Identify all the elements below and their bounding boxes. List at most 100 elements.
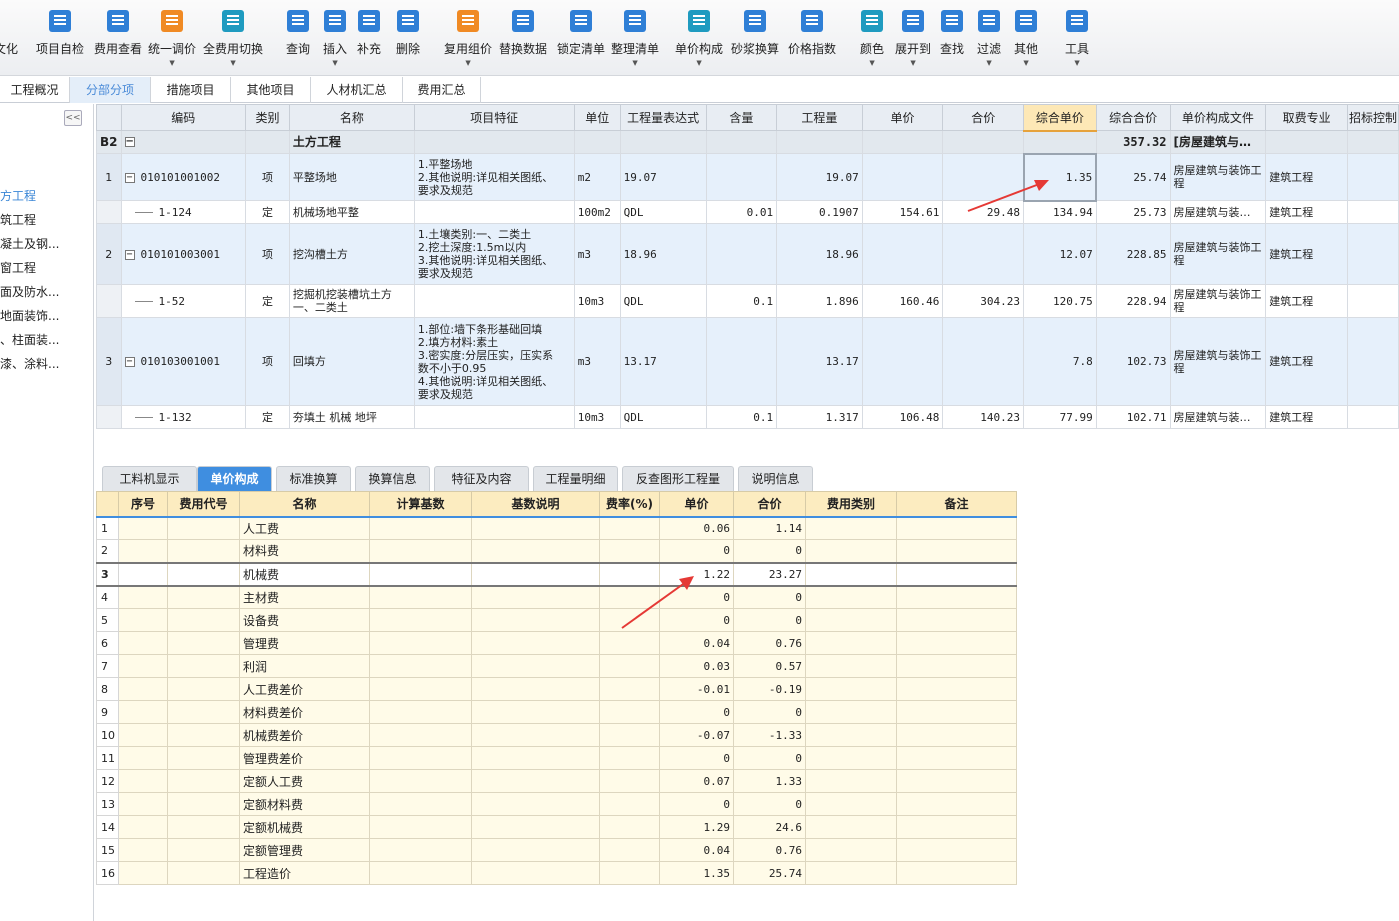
detail-row[interactable]: 4 主材费 0 0 <box>96 585 1017 609</box>
seq-cell[interactable] <box>118 585 168 609</box>
seq-cell[interactable] <box>118 838 168 862</box>
toolbar-button-6[interactable]: 插入 ▼ <box>323 8 347 70</box>
base-desc-cell[interactable] <box>471 561 600 587</box>
detail-column-header[interactable]: 费用类别 <box>805 491 897 518</box>
tab-1[interactable]: 分部分项 <box>70 77 151 103</box>
column-header[interactable]: 工程量 <box>776 104 863 131</box>
code-cell[interactable] <box>167 561 240 587</box>
code-cell[interactable] <box>167 700 240 724</box>
seq-cell[interactable] <box>118 769 168 793</box>
base-desc-cell[interactable] <box>471 631 600 655</box>
fee-type-cell[interactable] <box>805 608 897 632</box>
fee-type-cell[interactable] <box>805 585 897 609</box>
toolbar-button-9[interactable]: 复用组价 ▼ <box>444 8 492 70</box>
composite-unit-price[interactable]: 1.35 <box>1022 152 1098 202</box>
rate-cell[interactable] <box>599 700 660 724</box>
rate-cell[interactable] <box>599 539 660 563</box>
base-cell[interactable] <box>369 677 472 701</box>
detail-column-header[interactable]: 备注 <box>896 491 1017 518</box>
base-cell[interactable] <box>369 723 472 747</box>
code-cell[interactable] <box>167 677 240 701</box>
detail-row[interactable]: 15 定额管理费 0.04 0.76 <box>96 838 1017 862</box>
toolbar-button-15[interactable]: 价格指数 <box>788 8 836 70</box>
base-desc-cell[interactable] <box>471 792 600 816</box>
table-row[interactable]: 1-52 定挖掘机挖装槽坑土方一、二类土 10m3 QDL 0.1 1.896 160.46… <box>96 284 1399 318</box>
seq-cell[interactable] <box>118 815 168 839</box>
base-desc-cell[interactable] <box>471 677 600 701</box>
seq-cell[interactable] <box>118 516 168 540</box>
detail-tab-1[interactable]: 单价构成 <box>197 466 272 491</box>
base-cell[interactable] <box>369 561 472 587</box>
detail-tab-3[interactable]: 换算信息 <box>355 466 430 491</box>
tab-3[interactable]: 其他项目 <box>231 77 311 103</box>
sidebar-item[interactable]: 凝土及钢... <box>0 233 94 255</box>
base-desc-cell[interactable] <box>471 608 600 632</box>
fee-type-cell[interactable] <box>805 723 897 747</box>
base-desc-cell[interactable] <box>471 838 600 862</box>
detail-row[interactable]: 11 管理费差价 0 0 <box>96 746 1017 770</box>
column-header[interactable]: 编码 <box>120 104 247 131</box>
remark-cell[interactable] <box>896 769 1017 793</box>
fee-type-cell[interactable] <box>805 792 897 816</box>
detail-row[interactable]: 3 机械费 1.22 23.27 <box>96 561 1017 587</box>
detail-column-header[interactable]: 计算基数 <box>369 491 472 518</box>
toolbar-button-18[interactable]: 查找 <box>940 8 964 70</box>
remark-cell[interactable] <box>896 815 1017 839</box>
collapse-icon[interactable]: − <box>124 172 135 183</box>
column-header[interactable]: 取费专业 <box>1265 104 1348 131</box>
column-header[interactable]: 单价 <box>861 104 944 131</box>
detail-tab-0[interactable]: 工料机显示 <box>102 466 197 491</box>
rate-cell[interactable] <box>599 677 660 701</box>
table-row[interactable]: 3−010103001001 项回填方 1.部位:墙下条形基础回填 2.填方材料:素土… <box>96 317 1399 406</box>
base-desc-cell[interactable] <box>471 654 600 678</box>
detail-row[interactable]: 9 材料费差价 0 0 <box>96 700 1017 724</box>
toolbar-button-17[interactable]: 展开到 ▼ <box>895 8 931 70</box>
toolbar-button-16[interactable]: 颜色 ▼ <box>860 8 884 70</box>
base-desc-cell[interactable] <box>471 585 600 609</box>
base-cell[interactable] <box>369 792 472 816</box>
sidebar-item[interactable]: 筑工程 <box>0 209 94 231</box>
fee-type-cell[interactable] <box>805 654 897 678</box>
column-header[interactable]: 合价 <box>942 104 1025 131</box>
seq-cell[interactable] <box>118 561 168 587</box>
sidebar-item[interactable]: 漆、涂料... <box>0 353 94 375</box>
base-desc-cell[interactable] <box>471 769 600 793</box>
detail-column-header[interactable]: 合价 <box>733 491 806 518</box>
column-header[interactable]: 工程量表达式 <box>619 104 707 131</box>
toolbar-button-11[interactable]: 锁定清单 <box>557 8 605 70</box>
base-desc-cell[interactable] <box>471 539 600 563</box>
group-row[interactable]: B2− 土方工程 357.32 [房屋建筑与… <box>96 130 1399 154</box>
detail-row[interactable]: 6 管理费 0.04 0.76 <box>96 631 1017 655</box>
collapse-icon[interactable]: − <box>124 357 135 367</box>
code-cell[interactable] <box>167 585 240 609</box>
base-cell[interactable] <box>369 631 472 655</box>
base-cell[interactable] <box>369 585 472 609</box>
rate-cell[interactable] <box>599 608 660 632</box>
detail-row[interactable]: 1 人工费 0.06 1.14 <box>96 516 1017 540</box>
code-cell[interactable] <box>167 838 240 862</box>
base-cell[interactable] <box>369 516 472 540</box>
remark-cell[interactable] <box>896 539 1017 563</box>
detail-row[interactable]: 14 定额机械费 1.29 24.6 <box>96 815 1017 839</box>
table-row[interactable]: 1-124 定机械场地平整 100m2 QDL 0.01 0.1907 154.61 29.4… <box>96 200 1399 224</box>
detail-row[interactable]: 5 设备费 0 0 <box>96 608 1017 632</box>
base-cell[interactable] <box>369 608 472 632</box>
column-header[interactable]: 综合单价 <box>1023 104 1097 132</box>
code-cell[interactable]: 1-52 <box>120 284 247 318</box>
column-header[interactable]: 招标控制 <box>1346 104 1399 131</box>
detail-tab-2[interactable]: 标准换算 <box>276 466 351 491</box>
toolbar-button-4[interactable]: 全费用切换 ▼ <box>203 8 263 70</box>
remark-cell[interactable] <box>896 585 1017 609</box>
sidebar-item[interactable]: 窗工程 <box>0 257 94 279</box>
seq-cell[interactable] <box>118 792 168 816</box>
fee-type-cell[interactable] <box>805 769 897 793</box>
code-cell[interactable] <box>167 723 240 747</box>
detail-column-header[interactable]: 基数说明 <box>471 491 600 518</box>
code-cell[interactable] <box>167 769 240 793</box>
column-header[interactable] <box>96 104 122 131</box>
remark-cell[interactable] <box>896 608 1017 632</box>
rate-cell[interactable] <box>599 516 660 540</box>
detail-column-header[interactable]: 费用代号 <box>167 491 240 518</box>
code-cell[interactable] <box>167 539 240 563</box>
base-cell[interactable] <box>369 838 472 862</box>
